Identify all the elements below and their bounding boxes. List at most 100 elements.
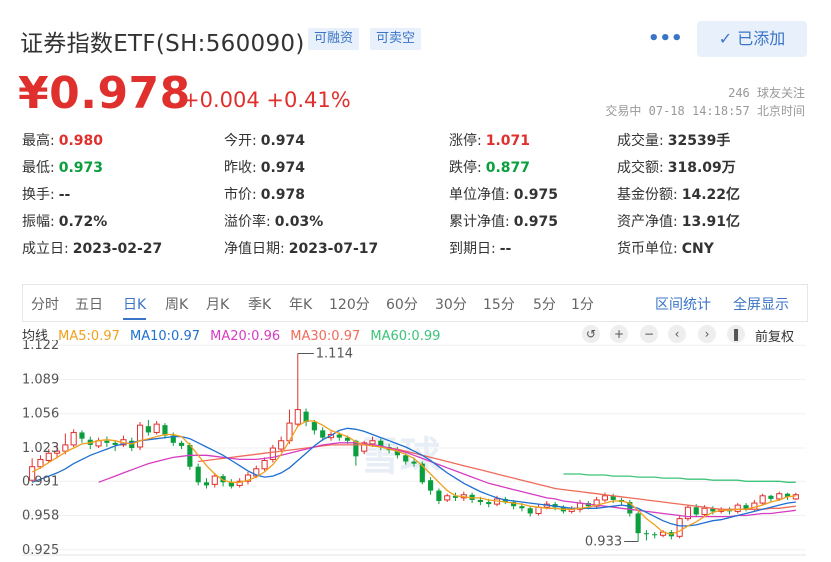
fund-title: 证券指数ETF(SH:560090) — [20, 31, 305, 57]
stat-label: 成立日: — [22, 241, 69, 257]
added-button[interactable]: ✓ 已添加 — [697, 21, 807, 57]
stat-item: 基金份额: 14.22亿 — [617, 184, 740, 204]
stat-value: 0.877 — [485, 160, 531, 176]
candle-body — [311, 422, 317, 431]
candle-body — [768, 495, 774, 499]
fullscreen-link[interactable]: 全屏显示 — [733, 294, 789, 314]
stat-value: 2023-07-17 — [288, 241, 379, 257]
candle-body — [643, 533, 650, 535]
tab-5[interactable]: 季K — [248, 294, 271, 314]
stat-label: 基金份额: — [617, 187, 678, 203]
candle-body — [136, 424, 144, 448]
stat-label: 跌停: — [449, 160, 482, 176]
stat-item: 市价: 0.978 — [224, 184, 305, 204]
candle-body — [776, 493, 783, 500]
candle-body — [336, 434, 342, 438]
stat-item: 换手: -- — [22, 184, 70, 204]
stat-value: 0.978 — [260, 187, 306, 203]
short-tag: 可卖空 — [370, 28, 422, 50]
y-tick-label: 1.122 — [22, 340, 59, 353]
tab-9[interactable]: 30分 — [435, 294, 467, 314]
candle-body — [70, 431, 77, 446]
stat-label: 货币单位: — [617, 241, 678, 257]
candle-body — [444, 495, 451, 501]
tab-11[interactable]: 5分 — [533, 294, 556, 314]
stat-label: 换手: — [22, 187, 55, 203]
tab-7[interactable]: 120分 — [329, 294, 370, 314]
candle-body — [693, 507, 699, 515]
y-tick-label: 1.089 — [22, 372, 59, 387]
candle-body — [734, 504, 741, 512]
candle-body — [759, 495, 766, 504]
tab-12[interactable]: 1分 — [571, 294, 594, 314]
margin-tag: 可融资 — [308, 28, 360, 50]
stat-label: 溢价率: — [224, 214, 271, 230]
stat-item: 今开: 0.974 — [224, 130, 305, 150]
stat-item: 跌停: 0.877 — [449, 157, 530, 177]
stat-item: 成交量: 32539手 — [617, 130, 730, 150]
candle-body — [145, 426, 151, 433]
stat-label: 振幅: — [22, 214, 55, 230]
stat-item: 最低: 0.973 — [22, 157, 103, 177]
stat-item: 昨收: 0.974 — [224, 157, 305, 177]
check-icon: ✓ — [718, 29, 738, 48]
low-label: 0.933 — [585, 534, 622, 549]
tab-4[interactable]: 月K — [206, 294, 229, 314]
y-tick-label: 1.056 — [22, 407, 59, 422]
stat-value: 13.91亿 — [681, 214, 741, 230]
candle-body — [535, 506, 542, 514]
stat-item: 溢价率: 0.03% — [224, 211, 323, 231]
stat-label: 成交额: — [617, 160, 664, 176]
tab-0[interactable]: 分时 — [31, 294, 59, 314]
tab-10[interactable]: 15分 — [483, 294, 515, 314]
trade-status: 交易中 07-18 14:18:57 北京时间 — [605, 104, 805, 118]
stat-label: 最高: — [22, 133, 55, 149]
tab-8[interactable]: 60分 — [386, 294, 418, 314]
candle-body — [635, 513, 641, 534]
tab-3[interactable]: 周K — [165, 294, 188, 314]
more-icon[interactable]: ••• — [648, 28, 683, 49]
tab-1[interactable]: 五日 — [75, 294, 103, 314]
stat-value: 318.09万 — [667, 160, 736, 176]
candle-body — [369, 440, 376, 445]
candle-body — [411, 461, 417, 464]
stat-item: 涨停: 1.071 — [449, 130, 530, 150]
stat-label: 资产净值: — [617, 214, 678, 230]
stat-value: 2023-02-27 — [72, 241, 163, 257]
candle-body — [203, 482, 210, 486]
stat-value: 0.973 — [58, 160, 104, 176]
stat-label: 单位净值: — [449, 187, 510, 203]
stat-item: 货币单位: CNY — [617, 238, 714, 258]
candle-body — [178, 442, 185, 446]
y-tick-label: 0.991 — [22, 474, 59, 489]
stat-item: 到期日: -- — [449, 238, 511, 258]
tab-6[interactable]: 年K — [289, 294, 312, 314]
stat-value: 1.071 — [485, 133, 531, 149]
candle-body — [278, 440, 285, 450]
stat-item: 成立日: 2023-02-27 — [22, 238, 162, 258]
candle-body — [676, 518, 683, 537]
stat-item: 最高: 0.980 — [22, 130, 103, 150]
stat-value: 0.72% — [58, 214, 108, 230]
candle-body — [652, 534, 658, 536]
stat-value: 0.975 — [513, 187, 559, 203]
candle-body — [403, 455, 409, 462]
stat-label: 到期日: — [449, 241, 496, 257]
y-axis-labels: 1.122 1.089 1.056 1.023 0.991 0.958 0.925 — [22, 340, 59, 558]
stat-label: 昨收: — [224, 160, 257, 176]
stat-label: 今开: — [224, 133, 257, 149]
candle-body — [62, 444, 69, 452]
stat-item: 累计净值: 0.975 — [449, 211, 558, 231]
added-label: 已添加 — [737, 29, 786, 48]
y-tick-label: 0.958 — [22, 509, 59, 524]
interval-stats-link[interactable]: 区间统计 — [655, 294, 711, 314]
stat-label: 净值日期: — [224, 241, 285, 257]
candle-body — [211, 475, 218, 485]
candle-body — [477, 499, 483, 503]
stat-item: 资产净值: 13.91亿 — [617, 211, 740, 231]
candle-body — [37, 458, 44, 468]
candle-body — [519, 506, 525, 509]
tab-2[interactable]: 日K — [123, 294, 147, 320]
y-tick-label: 1.023 — [22, 441, 59, 456]
follower-count: 246 球友关注 — [728, 86, 805, 100]
